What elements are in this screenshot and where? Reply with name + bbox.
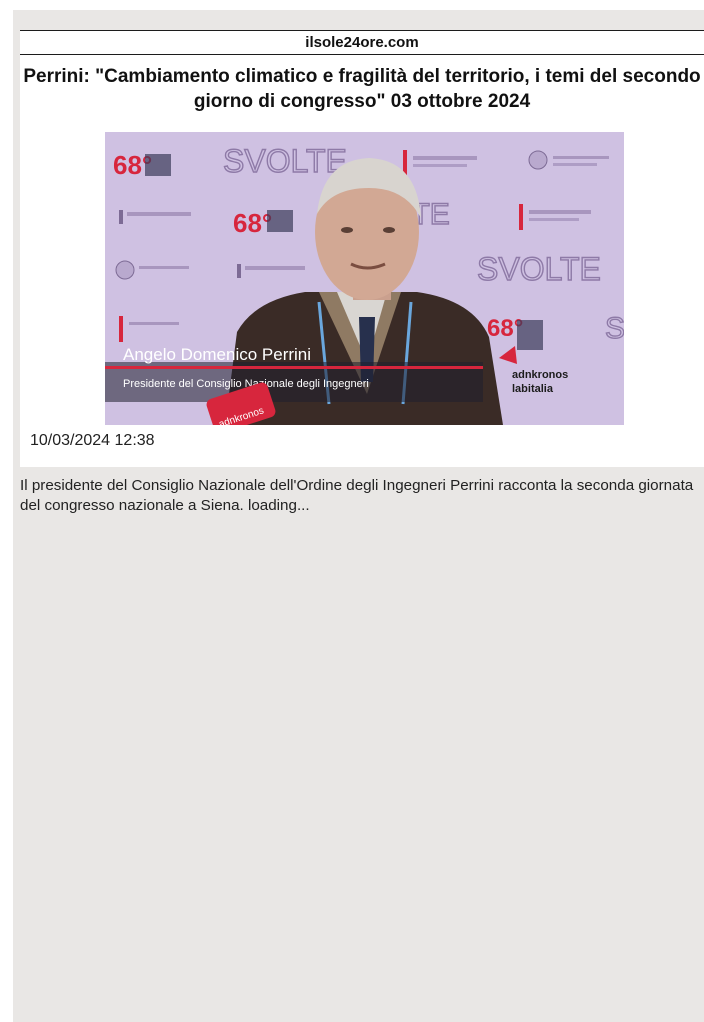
article-description: Il presidente del Consiglio Nazionale de… bbox=[20, 477, 694, 514]
svg-text:68°: 68° bbox=[233, 208, 272, 238]
page-background: ilsole24ore.com Perrini: "Cambiamento cl… bbox=[13, 10, 704, 1022]
backdrop-ordine-mark-1 bbox=[119, 210, 123, 224]
backdrop-svolte-1: SVOLTE bbox=[223, 143, 347, 179]
site-domain-header[interactable]: ilsole24ore.com bbox=[20, 30, 704, 55]
article-card: ilsole24ore.com Perrini: "Cambiamento cl… bbox=[20, 30, 704, 467]
svg-text:labitalia: labitalia bbox=[512, 383, 554, 395]
article-title[interactable]: Perrini: "Cambiamento climatico e fragil… bbox=[20, 64, 704, 114]
speaker-name-caption: Angelo Domenico Perrini bbox=[123, 345, 311, 364]
video-thumbnail[interactable]: 68° SVOLTE 68° LTE SVOLTE 68° S Angelo D… bbox=[105, 132, 624, 425]
article-timestamp: 10/03/2024 12:38 bbox=[30, 432, 155, 449]
backdrop-logo-68: 68° bbox=[113, 150, 171, 180]
svg-text:adnkronos: adnkronos bbox=[512, 369, 568, 381]
backdrop-seal-1 bbox=[528, 150, 548, 170]
svg-text:SVOLTE: SVOLTE bbox=[477, 251, 601, 287]
svg-text:S: S bbox=[605, 312, 624, 345]
